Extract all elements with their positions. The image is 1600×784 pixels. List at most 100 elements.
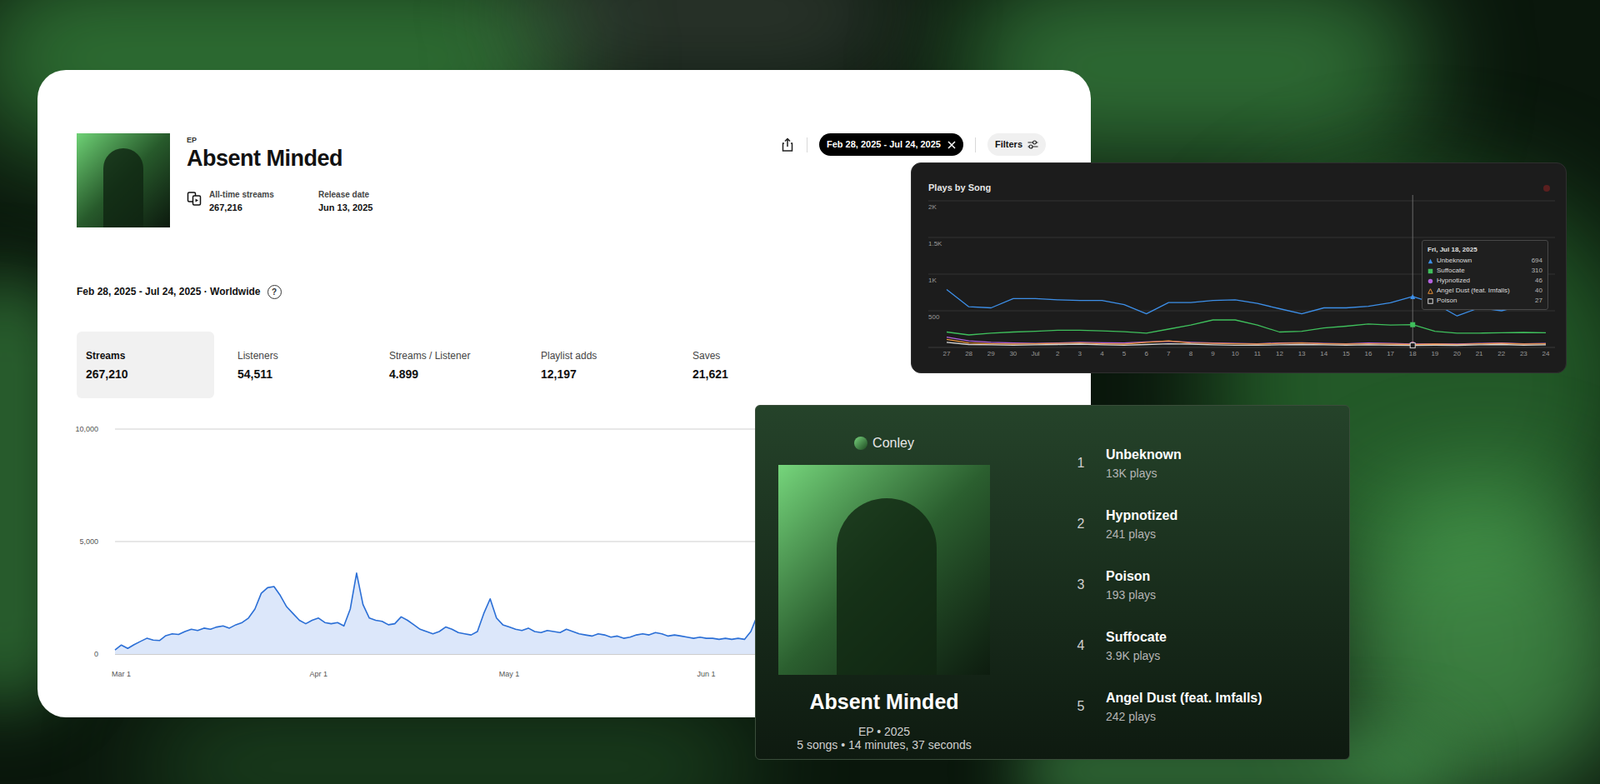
- track-title: Unbeknown: [1105, 445, 1182, 465]
- album-left: Conley Absent Minded EP • 2025 5 songs •…: [778, 405, 990, 760]
- series-line: [946, 342, 1546, 346]
- date-filter-chip[interactable]: Feb 28, 2025 - Jul 24, 2025: [819, 133, 964, 156]
- stat-value: 267,210: [85, 366, 205, 382]
- tooltip-series-name: Hypnotized: [1436, 276, 1532, 285]
- marker-shape: [1428, 298, 1434, 304]
- tooltip-date: Fri, Jul 18, 2025: [1427, 245, 1543, 255]
- tooltip-row: Hypnotized46: [1427, 276, 1543, 285]
- ep-title-block: EP Absent Minded All-time streams 267,21…: [186, 133, 373, 228]
- gridline: [928, 237, 1555, 239]
- divider: [975, 137, 976, 153]
- y-tick-label: 0: [70, 649, 99, 660]
- stat-tile[interactable]: Playlist adds12,197: [531, 331, 670, 399]
- bg-blob: [150, 716, 750, 784]
- x-tick-label: 4: [1100, 350, 1104, 359]
- x-tick-label: 28: [965, 350, 973, 359]
- date-filter-label: Feb 28, 2025 - Jul 24, 2025: [826, 137, 941, 152]
- all-time-streams-text: All-time streams 267,216: [209, 189, 275, 214]
- cover-figure: [103, 148, 144, 228]
- y-tick-label: 5,000: [70, 536, 99, 547]
- x-tick-label: 14: [1320, 350, 1328, 359]
- stat-tile[interactable]: Saves21,621: [683, 331, 821, 399]
- x-tick-label: 17: [1386, 350, 1395, 359]
- track-plays: 193 plays: [1105, 587, 1156, 603]
- plays-title: Plays by Song: [928, 181, 991, 194]
- ep-actions: Feb 28, 2025 - Jul 24, 2025 Filters: [780, 133, 1046, 156]
- stat-tile[interactable]: Streams / Listener4.899: [380, 331, 518, 399]
- stat-value: 54,511: [237, 366, 357, 382]
- marker-shape: [1428, 288, 1434, 294]
- x-tick-label: 20: [1453, 350, 1461, 359]
- x-tick-label: Apr 1: [309, 669, 328, 680]
- x-tick-label: Jul: [1030, 350, 1040, 359]
- track-plays: 13K plays: [1105, 465, 1182, 481]
- artist-row: Conley: [854, 435, 915, 452]
- stat-label: Playlist adds: [540, 349, 660, 363]
- track-row[interactable]: 3Poison193 plays: [1072, 567, 1263, 603]
- x-tick-label: 6: [1144, 350, 1148, 359]
- streams-icon: [186, 190, 204, 207]
- track-row[interactable]: 2Hypnotized241 plays: [1072, 506, 1263, 542]
- x-tick-label: 27: [943, 350, 951, 359]
- chart-tooltip: Fri, Jul 18, 2025Unbeknown694Suffocate31…: [1421, 240, 1549, 310]
- range-heading: Feb 28, 2025 - Jul 24, 2025 · Worldwide: [76, 284, 261, 300]
- tooltip-value: 310: [1531, 266, 1543, 275]
- series-marker-icon: [1427, 288, 1434, 295]
- series-line: [946, 337, 1546, 345]
- all-time-streams: All-time streams 267,216: [186, 189, 319, 214]
- ep-identity: EP Absent Minded All-time streams 267,21…: [76, 133, 373, 228]
- series-line: [946, 339, 1546, 345]
- track-number: 5: [1072, 698, 1090, 715]
- track-plays: 3.9K plays: [1105, 648, 1167, 664]
- track-row[interactable]: 5 Angel Dust (feat. Imfalls)242 plays: [1072, 689, 1263, 725]
- x-tick-label: 7: [1166, 350, 1170, 359]
- release-date-value: Jun 13, 2025: [318, 202, 373, 214]
- track-text: Poison193 plays: [1105, 567, 1156, 603]
- tooltip-row: Unbeknown694: [1427, 256, 1543, 265]
- track-row[interactable]: 4 Suffocate3.9K plays: [1072, 628, 1263, 664]
- series-line: [946, 320, 1546, 335]
- x-tick-label: 5: [1122, 350, 1126, 359]
- y-tick-label: 2K: [928, 203, 937, 212]
- share-icon[interactable]: [780, 137, 795, 153]
- stat-tile[interactable]: Streams267,210: [76, 331, 215, 399]
- x-tick-label: 21: [1475, 350, 1484, 359]
- gridline: [928, 200, 1555, 202]
- x-tick-label: 23: [1520, 350, 1528, 359]
- artist-name[interactable]: Conley: [872, 435, 915, 452]
- stats-row: Streams267,210Listeners54,511Streams / L…: [76, 331, 1046, 399]
- close-icon[interactable]: [947, 140, 956, 150]
- x-tick-label: 30: [1009, 350, 1017, 359]
- stat-label: Saves: [692, 349, 812, 363]
- track-number: 4: [1072, 637, 1090, 655]
- track-row[interactable]: 1Unbeknown13K plays: [1072, 445, 1263, 481]
- tooltip-series-name: Poison: [1436, 296, 1532, 305]
- x-tick-label: 8: [1189, 350, 1193, 359]
- streams-area: [115, 573, 764, 655]
- x-tick-label: 12: [1275, 350, 1284, 359]
- range-heading-row: Feb 28, 2025 - Jul 24, 2025 · Worldwide …: [76, 283, 1046, 300]
- tooltip-row: Poison27: [1427, 296, 1543, 305]
- y-tick-label: 500: [928, 313, 940, 322]
- tooltip-value: 46: [1535, 276, 1543, 285]
- track-text: Angel Dust (feat. Imfalls)242 plays: [1105, 689, 1263, 725]
- record-dot-icon: [1543, 185, 1550, 192]
- album-title: Absent Minded: [809, 689, 959, 715]
- stat-tile[interactable]: Listeners54,511: [228, 331, 366, 399]
- track-text: Suffocate3.9K plays: [1105, 628, 1167, 664]
- track-title: Angel Dust (feat. Imfalls): [1105, 689, 1263, 708]
- album-cover-art: [778, 465, 990, 675]
- bg-blob: [516, 0, 900, 75]
- hover-point: [1410, 343, 1415, 349]
- x-tick-label: 24: [1542, 350, 1550, 359]
- x-tick-label: 29: [987, 350, 995, 359]
- stat-label: Streams / Listener: [389, 349, 509, 363]
- tooltip-row: Angel Dust (feat. Imfalls)40: [1427, 286, 1543, 295]
- artist-avatar-icon[interactable]: [854, 436, 868, 450]
- filters-button[interactable]: Filters: [987, 133, 1046, 156]
- help-button[interactable]: ?: [267, 285, 282, 300]
- marker-shape: [1428, 268, 1434, 274]
- x-tick-label: 16: [1365, 350, 1373, 359]
- y-tick-label: 1K: [928, 276, 937, 285]
- album-card: Conley Absent Minded EP • 2025 5 songs •…: [755, 405, 1350, 760]
